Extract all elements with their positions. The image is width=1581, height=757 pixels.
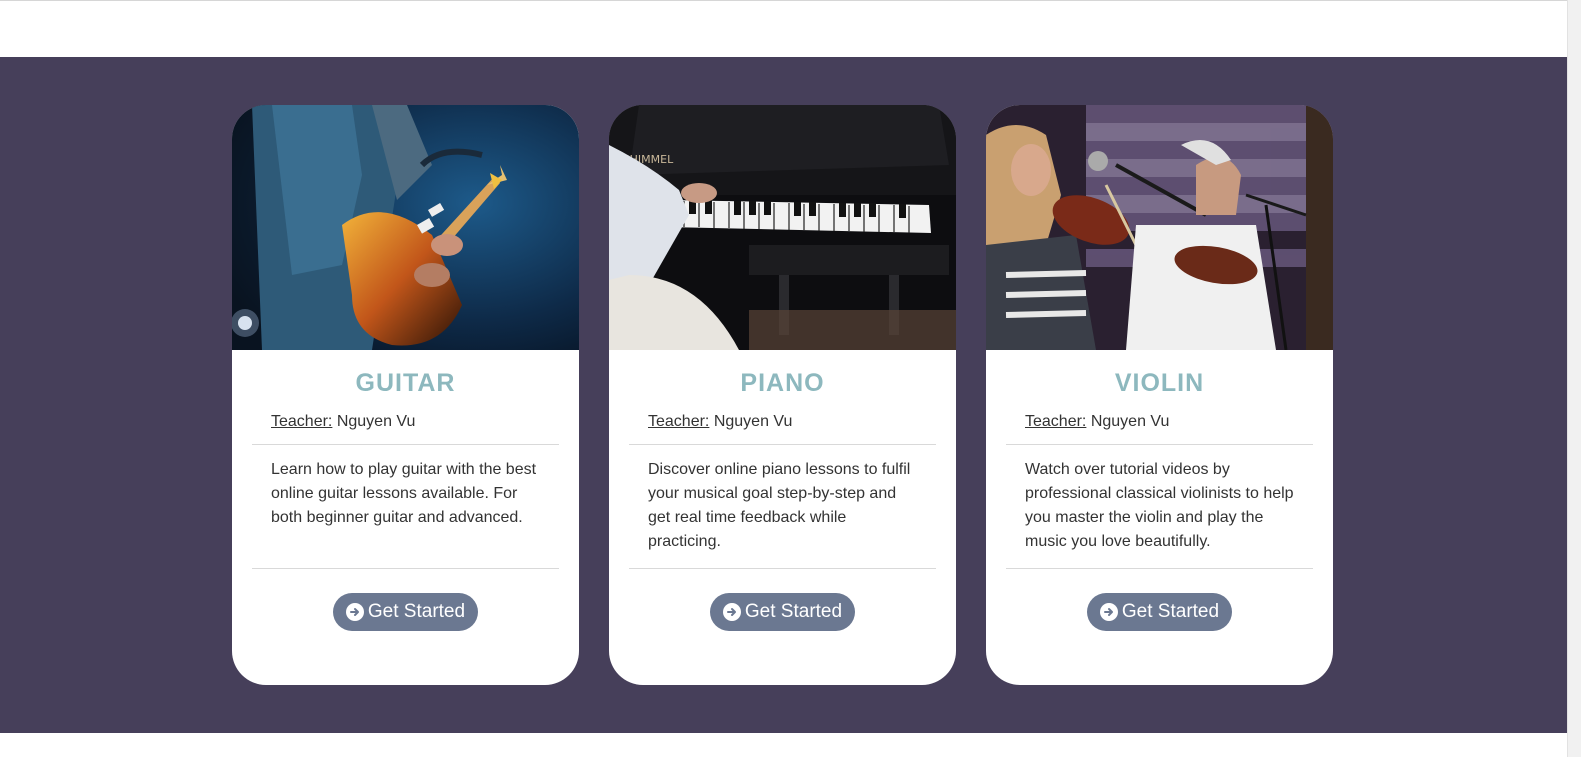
teacher-info: Teacher: Nguyen Vu (252, 412, 559, 445)
teacher-name: Nguyen Vu (709, 413, 793, 430)
teacher-label: Teacher: (1025, 413, 1087, 430)
guitar-image-svg (232, 105, 579, 350)
arrow-circle-right-icon (345, 603, 364, 621)
course-card-piano: SCHIMMEL PIANO Teacher: Nguyen Vu Discov… (609, 105, 956, 685)
arrow-circle-right-icon (1099, 603, 1118, 621)
violin-image-svg (986, 105, 1333, 350)
teacher-name: Nguyen Vu (1086, 413, 1170, 430)
piano-image-svg: SCHIMMEL (609, 105, 956, 350)
get-started-button[interactable]: Get Started (332, 593, 479, 631)
teacher-name: Nguyen Vu (332, 413, 416, 430)
course-card-violin: VIOLIN Teacher: Nguyen Vu Watch over tut… (986, 105, 1333, 685)
get-started-button[interactable]: Get Started (709, 593, 856, 631)
get-started-label: Get Started (1121, 601, 1220, 622)
get-started-label: Get Started (367, 601, 466, 622)
card-title: PIANO (740, 369, 825, 397)
card-title: VIOLIN (1114, 369, 1205, 397)
page-scrollbar[interactable] (1567, 0, 1581, 757)
card-description: Discover online piano lessons to fulfil … (629, 445, 936, 569)
get-started-label: Get Started (744, 601, 843, 622)
teacher-info: Teacher: Nguyen Vu (1006, 412, 1313, 445)
teacher-info: Teacher: Nguyen Vu (629, 412, 936, 445)
guitar-photo (232, 105, 579, 350)
piano-photo: SCHIMMEL (609, 105, 956, 350)
card-description: Watch over tutorial videos by profession… (1006, 445, 1313, 569)
card-title: GUITAR (355, 369, 456, 397)
teacher-label: Teacher: (271, 413, 333, 430)
card-description: Learn how to play guitar with the best o… (252, 445, 559, 569)
get-started-button[interactable]: Get Started (1086, 593, 1233, 631)
teacher-label: Teacher: (648, 413, 710, 430)
arrow-circle-right-icon (722, 603, 741, 621)
violin-photo (986, 105, 1333, 350)
top-header-bar (0, 0, 1567, 57)
course-card-guitar: GUITAR Teacher: Nguyen Vu Learn how to p… (232, 105, 579, 685)
